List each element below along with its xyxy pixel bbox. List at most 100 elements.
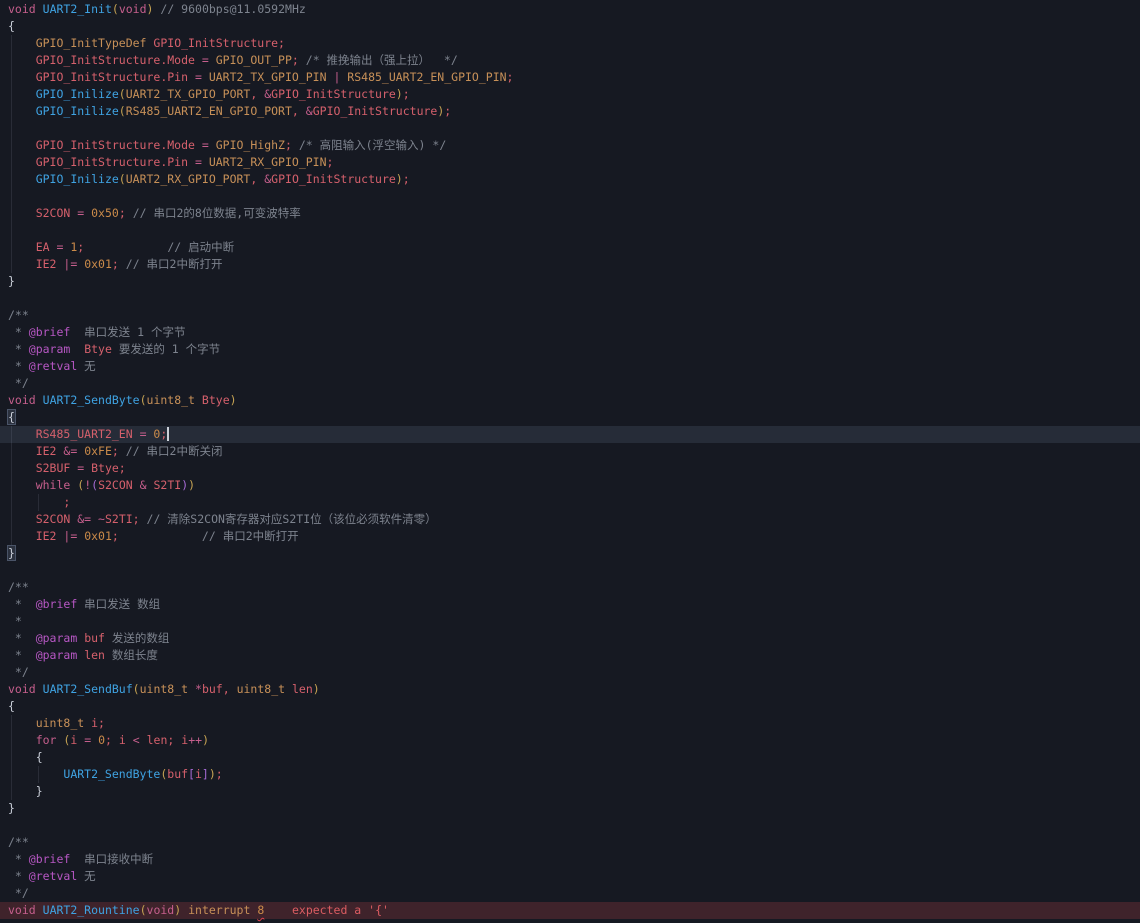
code-line-current[interactable]: RS485_UART2_EN = 0; [0,426,1140,443]
inline-error-message: expected a '{' [292,903,389,917]
code-line[interactable]: /** [0,834,1140,851]
code-line[interactable]: GPIO_InitStructure.Mode = GPIO_HighZ; /*… [0,137,1140,154]
code-line[interactable]: GPIO_InitTypeDef GPIO_InitStructure; [0,35,1140,52]
code-line[interactable]: S2CON &= ~S2TI; // 清除S2CON寄存器对应S2TI位（该位必… [0,511,1140,528]
code-line[interactable]: { [0,698,1140,715]
code-editor[interactable]: void UART2_Init(void) // 9600bps@11.0592… [0,0,1140,923]
code-line[interactable]: { [0,749,1140,766]
code-line[interactable]: S2CON = 0x50; // 串口2的8位数据,可变波特率 [0,205,1140,222]
syntax-token: /* 高阻输入(浮空输入) */ [299,138,446,152]
syntax-token: while [36,478,71,492]
syntax-token: { [8,699,15,713]
code-line[interactable] [0,562,1140,579]
code-line[interactable]: /** [0,307,1140,324]
syntax-token: len [292,682,313,696]
code-line[interactable]: * @param Btye 要发送的 1 个字节 [0,341,1140,358]
syntax-token: ( [140,393,147,407]
code-line[interactable]: void UART2_SendBuf(uint8_t *buf, uint8_t… [0,681,1140,698]
syntax-token: ; [327,155,334,169]
code-line[interactable]: { [0,409,1140,426]
code-line[interactable]: } [0,800,1140,817]
code-line[interactable]: * @retval 无 [0,868,1140,885]
syntax-token: = [133,427,154,441]
code-line[interactable]: */ [0,375,1140,392]
syntax-token: buf [167,767,188,781]
syntax-token: IE2 [36,529,57,543]
code-line[interactable]: while (!(S2CON & S2TI)) [0,477,1140,494]
indent-guide [11,766,12,783]
syntax-token: ) [188,478,195,492]
code-line[interactable]: * @brief 串口发送 1 个字节 [0,324,1140,341]
code-line[interactable]: uint8_t i; [0,715,1140,732]
syntax-token: ( [140,903,147,917]
code-line[interactable]: S2BUF = Btye; [0,460,1140,477]
code-line[interactable]: ; [0,494,1140,511]
syntax-token: // 串口2中断关闭 [126,444,223,458]
syntax-token [8,155,36,169]
code-line[interactable]: for (i = 0; i < len; i++) [0,732,1140,749]
code-line[interactable]: * @param buf 发送的数组 [0,630,1140,647]
syntax-token: void [8,393,36,407]
syntax-token: // 清除S2CON寄存器对应S2TI位（该位必须软件清零） [147,512,437,526]
code-line[interactable]: EA = 1; // 启动中断 [0,239,1140,256]
code-line[interactable]: IE2 |= 0x01; // 串口2中断打开 [0,528,1140,545]
code-line[interactable]: } [0,783,1140,800]
syntax-token: len [147,733,168,747]
text-cursor [167,427,169,441]
syntax-token: * [8,869,29,883]
indent-guide [11,137,12,154]
code-line[interactable]: GPIO_InitStructure.Mode = GPIO_OUT_PP; /… [0,52,1140,69]
syntax-token: */ [8,665,29,679]
syntax-token: 0x01 [84,257,112,271]
code-line[interactable] [0,222,1140,239]
code-line[interactable]: GPIO_InitStructure.Pin = UART2_TX_GPIO_P… [0,69,1140,86]
syntax-token: GPIO_Inilize [36,87,119,101]
syntax-token: @brief [29,325,71,339]
syntax-token: @param [29,342,71,356]
syntax-token: */ [8,886,29,900]
code-line[interactable]: GPIO_Inilize(UART2_TX_GPIO_PORT, &GPIO_I… [0,86,1140,103]
code-line[interactable] [0,120,1140,137]
code-line[interactable]: /** [0,579,1140,596]
code-line[interactable]: void UART2_Init(void) // 9600bps@11.0592… [0,1,1140,18]
indent-guide [11,783,12,800]
syntax-token: UART2_TX_GPIO_PIN [209,70,327,84]
syntax-token: | [327,70,348,84]
code-line[interactable]: { [0,18,1140,35]
syntax-token: GPIO_OUT_PP [216,53,292,67]
code-line[interactable]: UART2_SendByte(buf[i]); [0,766,1140,783]
syntax-token: // 串口2中断打开 [126,257,223,271]
code-line-error[interactable]: void UART2_Rountine(void) interrupt 8 ex… [0,902,1140,919]
code-line[interactable]: GPIO_InitStructure.Pin = UART2_RX_GPIO_P… [0,154,1140,171]
syntax-token: // 串口2的8位数据,可变波特率 [133,206,301,220]
code-line[interactable] [0,188,1140,205]
code-line[interactable]: * @brief 串口发送 数组 [0,596,1140,613]
syntax-token: &= [70,512,98,526]
code-line[interactable] [0,290,1140,307]
syntax-token: 串口发送 数组 [77,597,160,611]
syntax-token: /** [8,580,29,594]
syntax-token: buf, [202,682,230,696]
code-line[interactable] [0,817,1140,834]
syntax-token: GPIO_InitStructure.Pin [36,70,188,84]
syntax-token: S2CON [98,478,133,492]
code-line[interactable]: GPIO_Inilize(UART2_RX_GPIO_PORT, &GPIO_I… [0,171,1140,188]
code-line[interactable]: */ [0,885,1140,902]
code-line[interactable]: */ [0,664,1140,681]
code-line[interactable]: IE2 |= 0x01; // 串口2中断打开 [0,256,1140,273]
indent-guide [11,171,12,188]
code-line[interactable]: * [0,613,1140,630]
syntax-token: UART2_SendByte [63,767,160,781]
code-line[interactable]: * @brief 串口接收中断 [0,851,1140,868]
code-line[interactable]: * @param len 数组长度 [0,647,1140,664]
syntax-token [119,444,126,458]
code-line[interactable]: * @retval 无 [0,358,1140,375]
code-line[interactable]: IE2 &= 0xFE; // 串口2中断关闭 [0,443,1140,460]
code-line[interactable]: } [0,273,1140,290]
syntax-token [188,682,195,696]
syntax-token: GPIO_Inilize [36,172,119,186]
syntax-token: ( [119,172,126,186]
code-line[interactable]: void UART2_SendByte(uint8_t Btye) [0,392,1140,409]
code-line[interactable]: GPIO_Inilize(RS485_UART2_EN_GPIO_PORT, &… [0,103,1140,120]
code-line[interactable]: } [0,545,1140,562]
